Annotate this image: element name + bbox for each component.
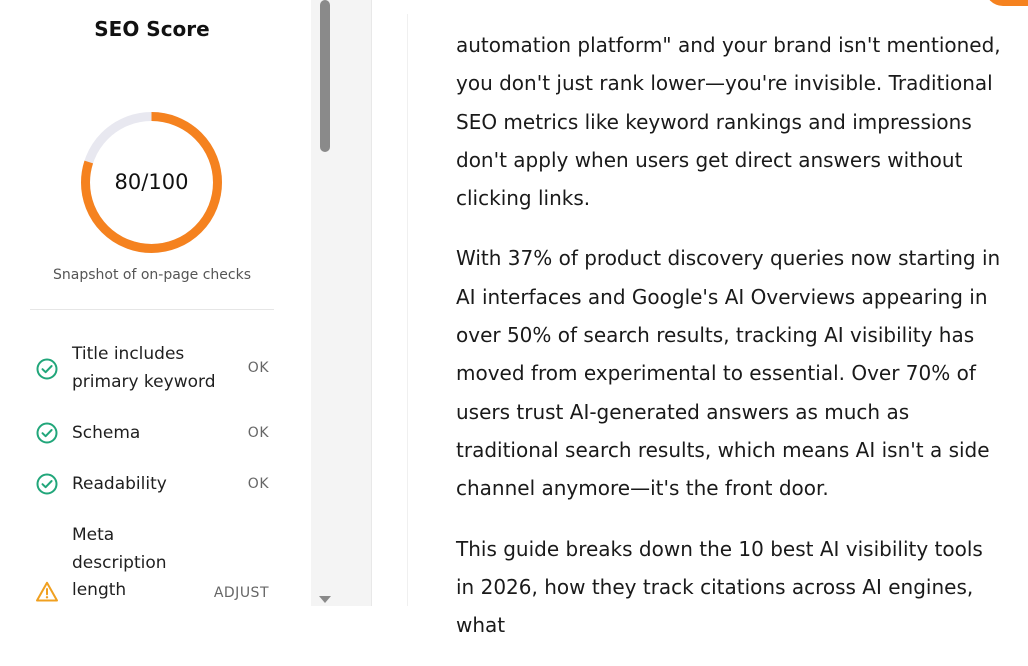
check-label: Readability [72,474,167,494]
check-status-badge: OK [247,425,269,441]
panel-title: SEO Score [94,17,210,41]
check-label: Meta description length [72,525,167,600]
check-circle-icon [36,473,58,495]
divider [30,309,274,310]
check-circle-icon [36,422,58,444]
score-value: 80/100 [114,170,189,194]
article-paragraph: automation platform" and your brand isn'… [456,33,1001,211]
check-label: Schema [72,423,141,443]
check-item-meta-description: Meta description length ADJUST [35,522,275,606]
check-status-badge: OK [247,360,269,376]
scroll-down-arrow-icon[interactable] [319,596,331,603]
warning-triangle-icon [36,581,58,602]
check-item-schema: Schema OK [35,420,275,448]
check-circle-icon [36,358,58,380]
article-paragraph: With 37% of product discovery queries no… [456,246,1001,501]
check-status-badge: OK [247,476,269,492]
article-body: automation platform" and your brand isn'… [456,26,1001,666]
content-divider [407,14,408,606]
check-item-readability: Readability OK [35,471,275,499]
check-item-title-keyword: Title includes primary keyword OK [35,341,275,397]
seo-score-gauge: 80/100 [78,109,225,256]
scrollbar-thumb[interactable] [320,0,330,152]
score-subtitle: Snapshot of on-page checks [52,267,252,283]
seo-score-panel: SEO Score 80/100 Snapshot of on-page che… [0,0,312,606]
check-label: Title includes primary keyword [72,344,216,392]
article-paragraph: This guide breaks down the 10 best AI vi… [456,536,983,638]
orange-action-button[interactable] [985,0,1028,6]
sidebar-scrollbar[interactable] [311,0,372,606]
check-status-badge: ADJUST [213,585,269,601]
